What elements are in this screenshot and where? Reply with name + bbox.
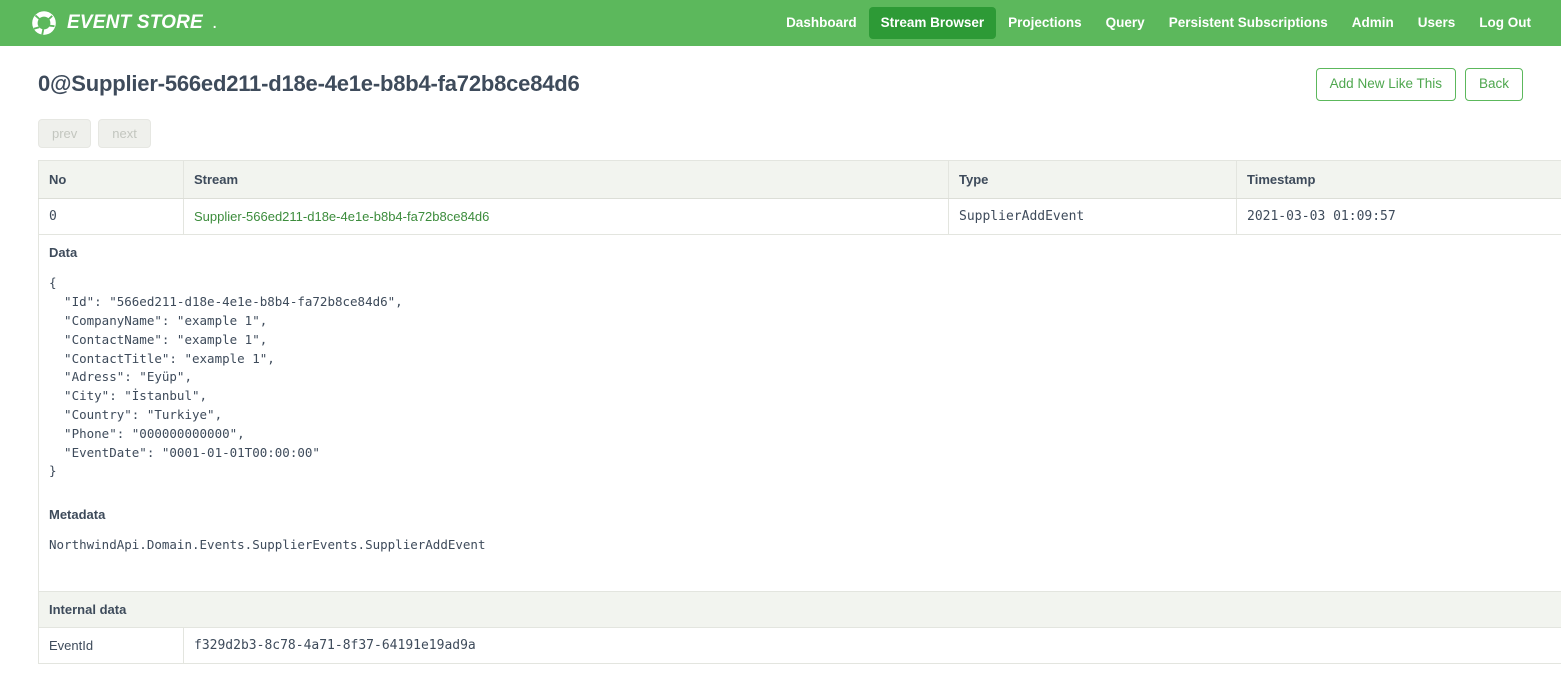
title-actions: Add New Like This Back	[1315, 68, 1523, 101]
nav-item-users[interactable]: Users	[1406, 7, 1468, 39]
nav-item-persistent-subscriptions[interactable]: Persistent Subscriptions	[1157, 7, 1340, 39]
data-section-label: Data	[49, 245, 78, 261]
title-row: 0@Supplier-566ed211-d18e-4e1e-b8b4-fa72b…	[18, 46, 1543, 111]
event-table-head: No Stream Type Timestamp	[38, 160, 1561, 200]
brand-name: EVENT STORE	[67, 12, 203, 33]
add-new-like-this-button[interactable]: Add New Like This	[1315, 68, 1456, 101]
top-navbar: EVENT STORE . Dashboard Stream Browser P…	[0, 0, 1561, 46]
detail-row: Data { "Id": "566ed211-d18e-4e1e-b8b4-fa…	[38, 234, 1561, 592]
brand-dot: .	[211, 12, 218, 33]
event-data-json: { "Id": "566ed211-d18e-4e1e-b8b4-fa72b8c…	[49, 275, 403, 479]
nav-item-dashboard[interactable]: Dashboard	[774, 7, 869, 39]
nav-item-log-out[interactable]: Log Out	[1467, 7, 1543, 39]
brand-logo-group[interactable]: EVENT STORE .	[30, 9, 217, 37]
event-store-ring-logo-icon	[30, 9, 58, 37]
column-header-timestamp: Timestamp	[1236, 160, 1561, 200]
page-body: 0@Supplier-566ed211-d18e-4e1e-b8b4-fa72b…	[0, 46, 1561, 664]
column-header-no: No	[38, 160, 184, 200]
stream-link[interactable]: Supplier-566ed211-d18e-4e1e-b8b4-fa72b8c…	[194, 209, 489, 224]
cell-timestamp: 2021-03-03 01:09:57	[1236, 198, 1561, 236]
event-table-body: 0 Supplier-566ed211-d18e-4e1e-b8b4-fa72b…	[38, 198, 1561, 664]
event-table-wrapper: No Stream Type Timestamp 0 Supplier-566e…	[18, 160, 1561, 664]
column-header-type: Type	[948, 160, 1237, 200]
nav-menu: Dashboard Stream Browser Projections Que…	[774, 7, 1543, 39]
internal-data-section-label: Internal data	[38, 591, 1561, 628]
table-header-row: No Stream Type Timestamp	[38, 160, 1561, 200]
nav-item-admin[interactable]: Admin	[1340, 7, 1406, 39]
back-button[interactable]: Back	[1464, 68, 1523, 101]
metadata-section-label: Metadata	[49, 507, 106, 523]
cell-stream: Supplier-566ed211-d18e-4e1e-b8b4-fa72b8c…	[183, 198, 949, 236]
internal-data-value-eventid: f329d2b3-8c78-4a71-8f37-64191e19ad9a	[183, 627, 1561, 664]
page-title: 0@Supplier-566ed211-d18e-4e1e-b8b4-fa72b…	[38, 71, 580, 97]
nav-item-projections[interactable]: Projections	[996, 7, 1094, 39]
event-table: No Stream Type Timestamp 0 Supplier-566e…	[38, 160, 1561, 664]
nav-item-stream-browser[interactable]: Stream Browser	[868, 7, 997, 39]
data-metadata-spacer	[49, 481, 1551, 507]
pagination-controls: prev next	[18, 111, 1543, 161]
column-header-stream: Stream	[183, 160, 949, 200]
table-row: 0 Supplier-566ed211-d18e-4e1e-b8b4-fa72b…	[38, 198, 1561, 236]
internal-data-key-eventid: EventId	[38, 627, 184, 664]
cell-event-type: SupplierAddEvent	[948, 198, 1237, 236]
detail-cell: Data { "Id": "566ed211-d18e-4e1e-b8b4-fa…	[38, 234, 1561, 592]
next-page-button[interactable]: next	[98, 118, 151, 149]
event-metadata-value: NorthwindApi.Domain.Events.SupplierEvent…	[49, 537, 486, 553]
metadata-bottom-spacer	[49, 555, 1551, 581]
nav-item-query[interactable]: Query	[1094, 7, 1157, 39]
internal-data-header-row: Internal data	[38, 591, 1561, 628]
internal-data-row: EventId f329d2b3-8c78-4a71-8f37-64191e19…	[38, 627, 1561, 664]
prev-page-button[interactable]: prev	[38, 118, 92, 149]
cell-event-no: 0	[38, 198, 184, 236]
